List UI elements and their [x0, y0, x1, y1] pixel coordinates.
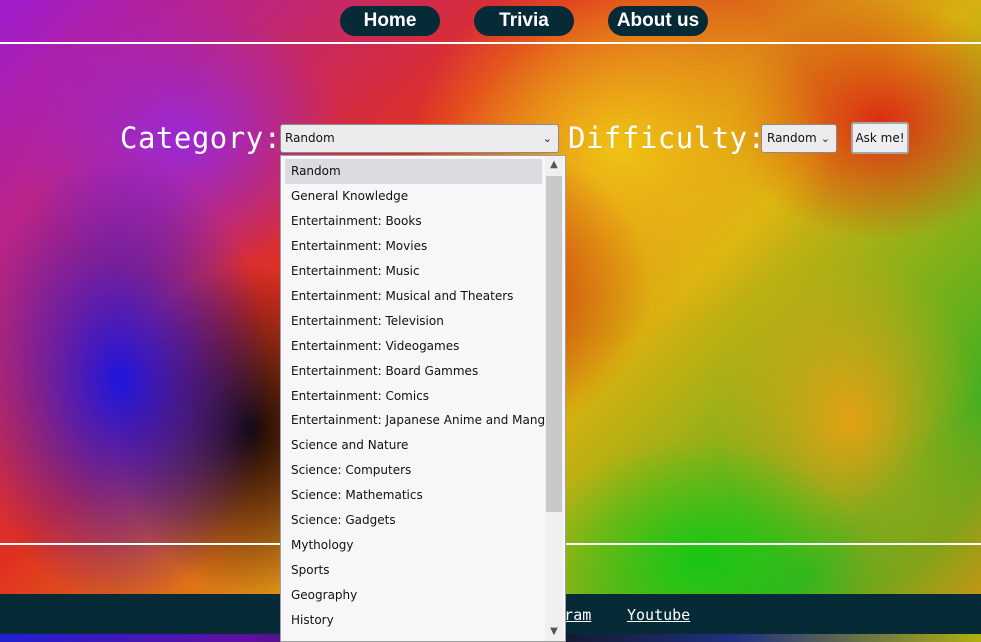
category-select-value: Random [285, 131, 335, 145]
footer-link-youtube[interactable]: Youtube [627, 606, 690, 624]
dropdown-option[interactable]: Entertainment: Movies [285, 234, 542, 259]
dropdown-option[interactable]: Entertainment: Musical and Theaters [285, 284, 542, 309]
dropdown-option[interactable]: Entertainment: Board Gammes [285, 359, 542, 384]
dropdown-option[interactable]: Mythology [285, 533, 542, 558]
top-navigation: Home Trivia About us [0, 0, 981, 44]
difficulty-select[interactable]: Random ⌄ [761, 124, 837, 153]
nav-trivia-button[interactable]: Trivia [474, 6, 574, 36]
dropdown-option[interactable]: Science: Mathematics [285, 483, 542, 508]
category-select[interactable]: Random ⌄ [280, 124, 559, 153]
category-dropdown-list[interactable]: Random General Knowledge Entertainment: … [280, 155, 566, 642]
ask-me-button[interactable]: Ask me! [851, 122, 909, 154]
dropdown-option[interactable]: Entertainment: Comics [285, 384, 542, 409]
chevron-up-icon[interactable]: ▲ [545, 156, 563, 174]
dropdown-option[interactable]: Entertainment: Japanese Anime and Manga [285, 408, 552, 433]
dropdown-option[interactable]: Geography [285, 583, 542, 608]
nav-about-button[interactable]: About us [608, 6, 708, 36]
difficulty-label: Difficulty: [568, 121, 766, 155]
dropdown-option[interactable]: Science and Nature [285, 433, 542, 458]
nav-home-button[interactable]: Home [340, 6, 440, 36]
dropdown-option[interactable]: Entertainment: Videogames [285, 334, 542, 359]
chevron-down-icon[interactable]: ▼ [545, 623, 563, 641]
dropdown-option[interactable]: History [285, 608, 542, 633]
dropdown-option[interactable]: Random [285, 159, 542, 184]
dropdown-scrollbar[interactable]: ▲ ▼ [545, 156, 563, 641]
dropdown-option[interactable]: General Knowledge [285, 184, 542, 209]
chevron-down-icon: ⌄ [542, 132, 552, 145]
category-label: Category: [120, 121, 282, 155]
scrollbar-thumb[interactable] [546, 176, 562, 512]
dropdown-option[interactable]: Science: Computers [285, 458, 542, 483]
dropdown-option[interactable]: Entertainment: Music [285, 259, 542, 284]
dropdown-option[interactable]: Science: Gadgets [285, 508, 542, 533]
dropdown-option[interactable]: Entertainment: Books [285, 209, 542, 234]
chevron-down-icon: ⌄ [820, 132, 830, 145]
dropdown-option[interactable]: Entertainment: Television [285, 309, 542, 334]
dropdown-option[interactable]: Sports [285, 558, 542, 583]
difficulty-select-value: Random [767, 131, 817, 145]
